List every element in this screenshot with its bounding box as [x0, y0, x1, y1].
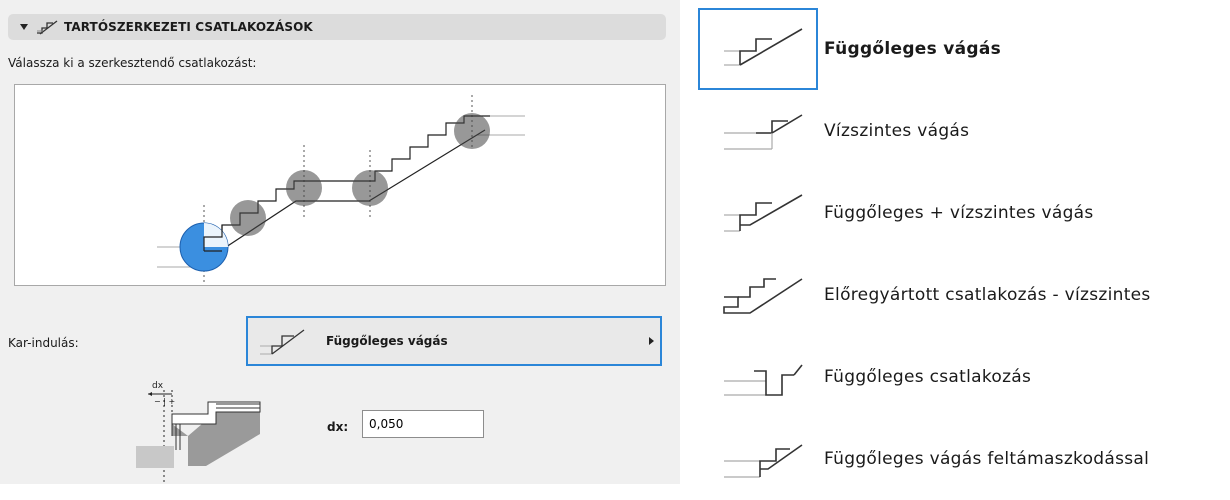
dropdown-selected-label: Függőleges vágás	[326, 334, 448, 348]
connection-type-dropdown[interactable]: Függőleges vágás	[246, 316, 662, 366]
settings-panel: TARTÓSZERKEZETI CSATLAKOZÁSOK Válassza k…	[0, 0, 680, 484]
connection-preview[interactable]	[14, 84, 666, 286]
vertical-connection-icon	[724, 364, 803, 396]
option-label: Vízszintes vágás	[824, 121, 970, 141]
connection-type-list: Függőleges vágás Vízszintes vágás Függől…	[698, 6, 1230, 484]
option-icon-box	[698, 8, 818, 90]
selection-prompt: Válassza ki a szerkesztendő csatlakozást…	[8, 56, 257, 70]
dx-input[interactable]	[362, 410, 484, 438]
option-icon-box	[698, 172, 818, 254]
horizontal-cut-icon	[724, 114, 803, 150]
option-vertical-cut[interactable]: Függőleges vágás	[698, 8, 1228, 90]
option-horizontal-cut[interactable]: Vízszintes vágás	[698, 90, 1228, 172]
option-label: Függőleges vágás feltámaszkodással	[824, 449, 1150, 469]
stair-preview-diagram[interactable]	[15, 85, 665, 285]
collapse-caret-icon[interactable]	[20, 24, 28, 30]
vertical-cut-icon	[724, 28, 803, 66]
vertical-cut-with-support-icon	[724, 444, 803, 478]
option-vertical-cut-support[interactable]: Függőleges vágás feltámaszkodással	[698, 418, 1228, 500]
option-icon-box	[698, 90, 818, 172]
precast-horizontal-connection-icon	[723, 278, 803, 314]
option-label: Függőleges vágás	[824, 39, 1002, 59]
vertical-cut-icon	[260, 329, 305, 355]
option-icon-box	[698, 254, 818, 336]
option-vertical-connection[interactable]: Függőleges csatlakozás	[698, 336, 1228, 418]
option-icon-box	[698, 336, 818, 418]
option-label: Függőleges + vízszintes vágás	[824, 203, 1094, 223]
stair-connection-icon	[37, 20, 58, 35]
option-label: Előregyártott csatlakozás - vízszintes	[824, 285, 1151, 305]
dx-label: dx:	[327, 420, 349, 434]
section-title: TARTÓSZERKEZETI CSATLAKOZÁSOK	[64, 20, 313, 34]
option-precast-horizontal[interactable]: Előregyártott csatlakozás - vízszintes	[698, 254, 1228, 336]
option-icon-box	[698, 418, 818, 500]
section-header[interactable]: TARTÓSZERKEZETI CSATLAKOZÁSOK	[8, 14, 666, 40]
option-vertical-horizontal-cut[interactable]: Függőleges + vízszintes vágás	[698, 172, 1228, 254]
option-label: Függőleges csatlakozás	[824, 367, 1032, 387]
dx-diagram-label: dx	[152, 381, 164, 391]
dx-offset-diagram: dx − | +	[136, 381, 261, 484]
kar-start-label: Kar-indulás:	[8, 336, 79, 350]
vertical-horizontal-cut-icon	[724, 194, 803, 232]
dropdown-arrow-icon[interactable]	[649, 337, 654, 345]
